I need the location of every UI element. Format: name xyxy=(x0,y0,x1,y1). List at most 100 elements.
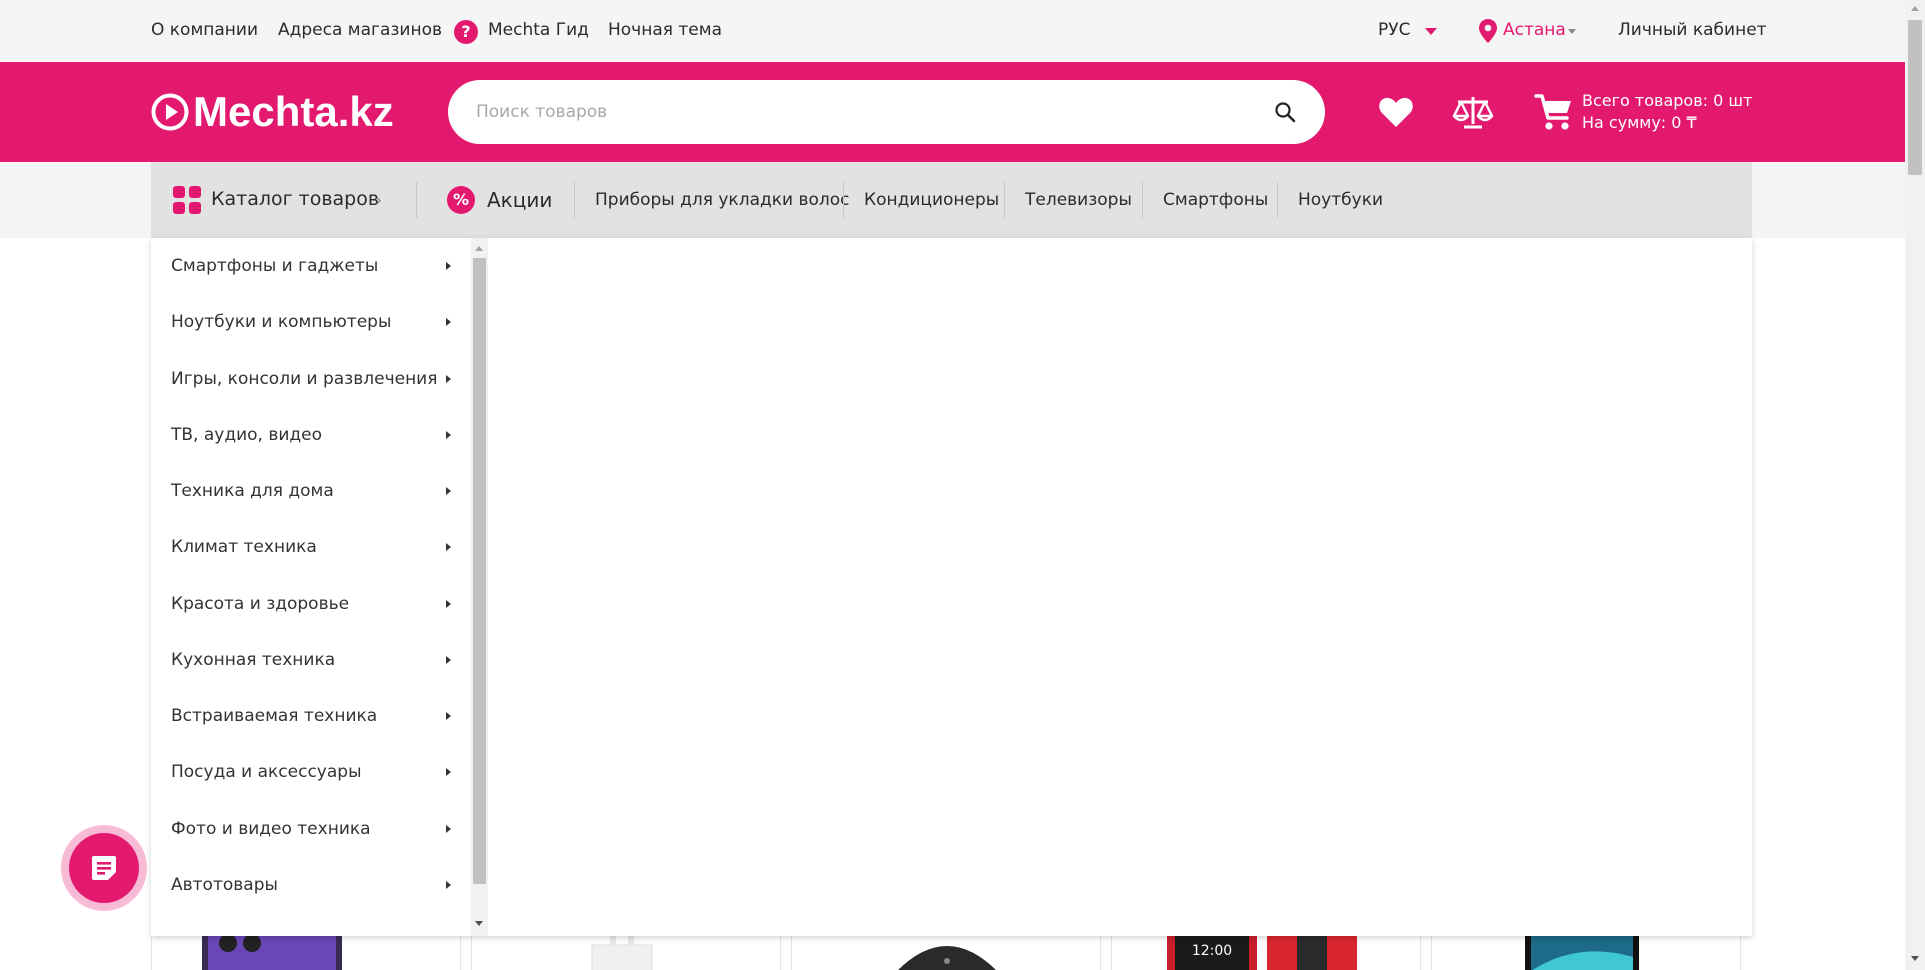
smartwatch-image xyxy=(898,946,996,970)
language-selector[interactable]: РУС xyxy=(1378,20,1410,40)
caret-right-icon xyxy=(446,881,451,889)
caret-right-icon xyxy=(446,375,451,383)
category-label: Посуда и аксессуары xyxy=(171,762,362,782)
phone-image xyxy=(1525,931,1639,970)
search-box xyxy=(448,80,1325,144)
scroll-down-arrow-icon[interactable] xyxy=(1911,956,1919,961)
play-circle-icon xyxy=(151,93,189,131)
night-theme-link[interactable]: Ночная тема xyxy=(608,20,722,40)
category-label: Техника для дома xyxy=(171,481,334,501)
scroll-up-arrow-icon[interactable] xyxy=(1911,6,1919,11)
location-pin-icon[interactable] xyxy=(1479,19,1497,43)
caret-down-icon[interactable] xyxy=(1425,28,1437,35)
cart-summary[interactable]: Всего товаров: 0 шт На сумму: 0 ₸ xyxy=(1582,90,1752,134)
category-item[interactable]: Автотовары xyxy=(171,875,451,905)
category-label: Кухонная техника xyxy=(171,650,336,670)
category-label: Фото и видео техника xyxy=(171,819,371,839)
chevron-right-icon[interactable]: › xyxy=(375,190,382,211)
caret-right-icon xyxy=(446,262,451,270)
category-item[interactable]: Игры, консоли и развлечения xyxy=(171,369,451,399)
charger-image xyxy=(591,931,653,970)
nav-link-air-conditioners[interactable]: Кондиционеры xyxy=(864,190,999,210)
category-item[interactable]: Ноутбуки и компьютеры xyxy=(171,312,451,342)
caret-right-icon xyxy=(446,543,451,551)
nav-link-tvs[interactable]: Телевизоры xyxy=(1025,190,1132,210)
phone-clock: 12:00 xyxy=(1192,943,1232,959)
category-item[interactable]: Техника для дома xyxy=(171,481,451,511)
chat-fab-inner[interactable] xyxy=(69,833,139,903)
product-card[interactable] xyxy=(1431,930,1741,970)
nav-divider xyxy=(416,182,417,218)
feature-phone-image: 12:00 xyxy=(1167,931,1357,970)
category-label: Автотовары xyxy=(171,875,278,895)
caret-right-icon xyxy=(446,825,451,833)
percent-icon[interactable]: % xyxy=(447,186,475,214)
nav-divider xyxy=(1142,182,1143,218)
scroll-up-arrow-icon[interactable] xyxy=(475,246,483,251)
nav-link-smartphones[interactable]: Смартфоны xyxy=(1163,190,1268,210)
category-item[interactable]: Кухонная техника xyxy=(171,650,451,680)
question-circle-icon[interactable]: ? xyxy=(454,20,478,44)
category-label: Климат техника xyxy=(171,537,317,557)
city-caret-icon[interactable] xyxy=(1568,29,1576,34)
logo-text: Mechta.kz xyxy=(193,88,394,135)
category-label: ТВ, аудио, видео xyxy=(171,425,323,445)
caret-right-icon xyxy=(446,318,451,326)
category-item[interactable]: ТВ, аудио, видео xyxy=(171,425,451,455)
catalog-button[interactable]: Каталог товаров xyxy=(211,188,379,210)
nav-link-laptops[interactable]: Ноутбуки xyxy=(1298,190,1383,210)
product-card[interactable] xyxy=(151,930,461,970)
category-item[interactable]: Климат техника xyxy=(171,537,451,567)
phone-image xyxy=(202,931,342,970)
scales-icon[interactable] xyxy=(1452,94,1494,130)
page-scrollbar-thumb[interactable] xyxy=(1908,20,1922,175)
category-list: Смартфоны и гаджеты Ноутбуки и компьютер… xyxy=(151,238,471,936)
stores-link[interactable]: Адреса магазинов xyxy=(278,20,442,40)
product-card[interactable]: 12:00 xyxy=(1111,930,1421,970)
caret-right-icon xyxy=(446,431,451,439)
category-label: Смартфоны и гаджеты xyxy=(171,256,379,276)
category-label: Ноутбуки и компьютеры xyxy=(171,312,392,332)
guide-link[interactable]: Mechta Гид xyxy=(488,20,589,40)
chat-note-icon xyxy=(92,856,116,880)
caret-right-icon xyxy=(446,712,451,720)
category-label: Встраиваемая техника xyxy=(171,706,378,726)
city-selector[interactable]: Астана xyxy=(1503,20,1566,40)
category-label: Красота и здоровье xyxy=(171,594,350,614)
product-card[interactable] xyxy=(791,930,1101,970)
category-item[interactable]: Посуда и аксессуары xyxy=(171,762,451,792)
nav-divider xyxy=(843,182,844,218)
promo-link[interactable]: Акции xyxy=(487,188,552,212)
category-scrollbar[interactable] xyxy=(471,238,488,936)
chat-fab[interactable] xyxy=(61,825,147,911)
nav-divider xyxy=(1277,182,1278,218)
account-link[interactable]: Личный кабинет xyxy=(1618,20,1767,40)
cart-sum: На сумму: 0 ₸ xyxy=(1582,113,1697,132)
category-item[interactable]: Встраиваемая техника xyxy=(171,706,451,736)
category-label: Игры, консоли и развлечения xyxy=(171,369,438,389)
category-item[interactable]: Фото и видео техника xyxy=(171,819,451,849)
nav-link-hair-styling[interactable]: Приборы для укладки волос xyxy=(595,190,850,210)
caret-right-icon xyxy=(446,656,451,664)
product-strip: 12:00 xyxy=(151,930,1741,970)
about-link[interactable]: О компании xyxy=(151,20,258,40)
nav-bar: Каталог товаров › % Акции Приборы для ук… xyxy=(151,162,1752,238)
logo[interactable]: Mechta.kz xyxy=(151,88,394,135)
category-item[interactable]: Смартфоны и гаджеты xyxy=(171,256,451,286)
catalog-dropdown: Смартфоны и гаджеты Ноутбуки и компьютер… xyxy=(151,238,1752,936)
cart-icon[interactable] xyxy=(1534,92,1574,132)
top-bar: О компании Адреса магазинов ? Mechta Гид… xyxy=(0,0,1905,62)
product-card[interactable] xyxy=(471,930,781,970)
category-item[interactable]: Красота и здоровье xyxy=(171,594,451,624)
scrollbar-thumb[interactable] xyxy=(473,258,486,884)
page-scrollbar[interactable] xyxy=(1905,0,1925,970)
nav-divider xyxy=(1004,182,1005,218)
search-icon[interactable] xyxy=(1274,101,1296,123)
heart-icon[interactable] xyxy=(1378,96,1414,128)
grid-icon[interactable] xyxy=(173,186,201,214)
cart-count: Всего товаров: 0 шт xyxy=(1582,91,1753,110)
scroll-down-arrow-icon[interactable] xyxy=(475,921,483,926)
caret-right-icon xyxy=(446,600,451,608)
caret-right-icon xyxy=(446,768,451,776)
search-input[interactable] xyxy=(476,80,1236,144)
